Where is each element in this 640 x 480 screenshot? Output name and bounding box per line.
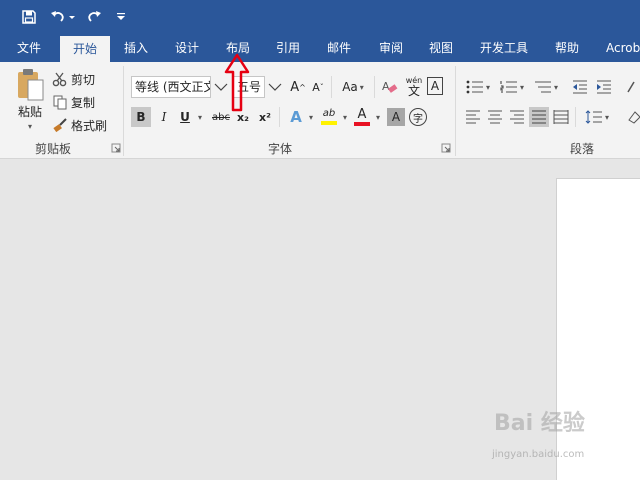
character-shading-button[interactable]: A (387, 108, 405, 126)
cut-button[interactable]: 剪切 (52, 70, 95, 88)
superscript-button[interactable]: x² (255, 107, 275, 127)
chinese-layout-icon[interactable] (624, 77, 640, 97)
clipboard-launcher-icon[interactable] (111, 143, 121, 153)
annotation-arrow-icon (224, 53, 250, 112)
paste-label: 粘贴 (17, 105, 42, 119)
watermark-logo: Bai 经验 (494, 411, 585, 436)
tab-developer[interactable]: 开发工具 (472, 34, 536, 62)
font-launcher-icon[interactable] (441, 143, 451, 153)
paste-button[interactable]: 粘贴 ▾ (10, 68, 50, 132)
clipboard-group-label: 剪贴板 (35, 142, 72, 156)
group-divider (123, 66, 124, 156)
distributed-icon[interactable] (551, 107, 571, 127)
copy-label: 复制 (71, 95, 96, 110)
font-color-label: A (357, 107, 367, 122)
cut-label: 剪切 (71, 72, 96, 87)
font-size-dropdown-icon[interactable] (265, 76, 285, 98)
character-border-button[interactable]: A (427, 77, 443, 95)
tab-insert[interactable]: 插入 (114, 34, 158, 62)
tab-home[interactable]: 开始 (60, 36, 110, 62)
customize-qat-icon[interactable] (112, 7, 130, 27)
clear-formatting-icon[interactable]: A (379, 76, 401, 98)
shrink-font-button[interactable]: Aˇ (309, 77, 327, 97)
redo-icon[interactable] (82, 7, 104, 27)
align-center-icon[interactable] (485, 107, 505, 127)
tab-review[interactable]: 审阅 (369, 34, 413, 62)
copy-button[interactable]: 复制 (52, 93, 95, 111)
tab-design[interactable]: 设计 (165, 34, 209, 62)
scissors-icon (52, 72, 67, 87)
font-color-dropdown-icon[interactable]: ▾ (373, 107, 383, 127)
group-divider (455, 66, 456, 156)
change-case-label: Aa (342, 80, 358, 94)
text-effects-dropdown-icon[interactable]: ▾ (306, 107, 316, 127)
font-name-box[interactable]: 等线 (西文正文 (131, 76, 211, 98)
text-effects-button[interactable]: A (286, 107, 306, 127)
bullets-button[interactable]: ▾ (463, 77, 493, 97)
bold-button[interactable]: B (131, 107, 151, 127)
ribbon: 粘贴 ▾ 剪切 复制 格式刷 剪贴板 等线 (西文正文 五号 A ^ Aˇ Aa ▾… (0, 62, 640, 159)
tab-references[interactable]: 引用 (266, 34, 310, 62)
save-icon[interactable] (18, 7, 40, 27)
align-left-icon[interactable] (463, 107, 483, 127)
divider (279, 107, 280, 127)
highlight-dropdown-icon[interactable]: ▾ (340, 107, 350, 127)
format-painter-label: 格式刷 (71, 118, 108, 133)
italic-button[interactable]: I (154, 107, 174, 127)
paragraph-group-label: 段落 (570, 142, 595, 156)
highlight-button[interactable]: ab (318, 105, 340, 129)
tab-mailings[interactable]: 邮件 (317, 34, 361, 62)
divider (575, 107, 576, 127)
paste-dropdown-icon[interactable]: ▾ (28, 122, 32, 131)
divider (331, 76, 332, 98)
format-painter-icon (53, 118, 67, 133)
font-color-button[interactable]: A (351, 105, 373, 129)
phonetic-guide-button[interactable]: wén 文 (403, 74, 425, 100)
quick-access-toolbar (0, 0, 640, 34)
tab-help[interactable]: 帮助 (544, 34, 590, 62)
underline-button[interactable]: U (176, 107, 194, 127)
underline-dropdown-icon[interactable]: ▾ (195, 107, 205, 127)
copy-icon (53, 95, 67, 110)
ribbon-tab-bar: 文件 开始 插入 设计 布局 引用 邮件 审阅 视图 开发工具 帮助 Acrob (0, 34, 640, 62)
watermark-url: jingyan.baidu.com (492, 449, 585, 460)
grow-font-button[interactable]: A ^ (289, 77, 307, 97)
font-group-label: 字体 (268, 142, 293, 156)
svg-text:A: A (382, 80, 390, 93)
highlight-label: ab (322, 108, 336, 119)
tab-acrobat[interactable]: Acrob (598, 34, 640, 62)
divider (374, 76, 375, 98)
watermark: Bai 经验 jingyan.baidu.com (480, 405, 620, 467)
phonetic-bottom-label: 文 (407, 84, 420, 98)
tab-file[interactable]: 文件 (6, 34, 52, 62)
align-right-icon[interactable] (507, 107, 527, 127)
change-case-button[interactable]: Aa ▾ (336, 77, 370, 97)
enclose-characters-button[interactable]: 字 (409, 108, 427, 126)
multilevel-list-button[interactable]: ▾ (531, 77, 561, 97)
justify-icon[interactable] (529, 107, 549, 127)
line-spacing-button[interactable]: ▾ (582, 107, 612, 127)
highlight-color-bar (321, 121, 337, 125)
increase-indent-icon[interactable] (594, 77, 614, 97)
undo-icon[interactable] (48, 7, 78, 27)
font-color-bar (354, 122, 370, 126)
numbering-button[interactable]: ▾ (497, 77, 527, 97)
tab-view[interactable]: 视图 (419, 34, 463, 62)
paste-icon (18, 69, 44, 101)
shading-icon[interactable] (624, 107, 640, 127)
decrease-indent-icon[interactable] (570, 77, 590, 97)
format-painter-button[interactable]: 格式刷 (52, 116, 107, 134)
